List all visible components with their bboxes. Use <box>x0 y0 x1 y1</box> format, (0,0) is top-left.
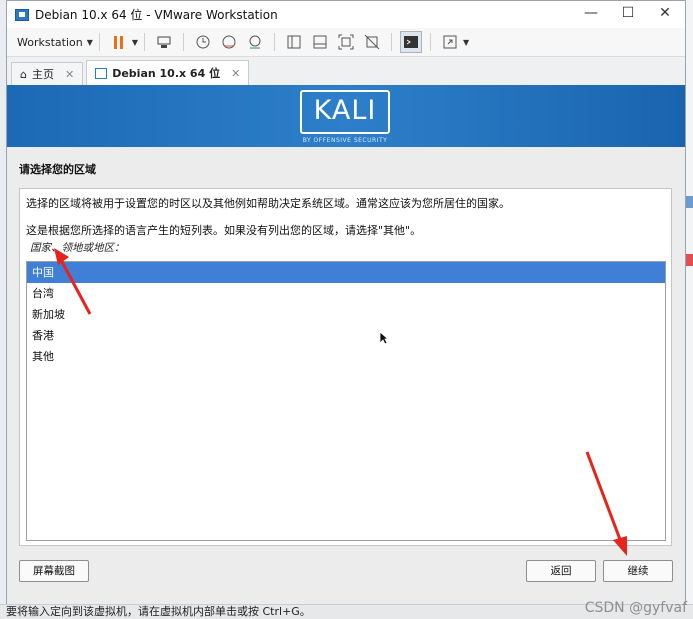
window-title: Debian 10.x 64 位 - VMware Workstation <box>35 8 278 22</box>
minimize-button[interactable]: — <box>581 5 601 21</box>
vm-icon <box>95 67 108 79</box>
fullscreen-icon <box>443 35 457 49</box>
kali-banner: KALI BY OFFENSIVE SECURITY <box>7 85 685 147</box>
kali-logo-text: KALI <box>313 95 377 126</box>
toolbar-divider <box>274 33 276 51</box>
console-view-button[interactable] <box>400 31 423 53</box>
step-title: 请选择您的区域 <box>19 163 96 176</box>
close-button[interactable]: ✕ <box>655 5 675 21</box>
library-button[interactable] <box>283 31 305 53</box>
toolbar-divider <box>144 33 146 51</box>
list-label: 国家、领地或地区： <box>30 242 125 254</box>
console-icon <box>404 36 419 48</box>
snapshot-button[interactable] <box>192 31 214 53</box>
continue-button[interactable]: 继续 <box>603 560 673 582</box>
unity-button[interactable] <box>361 31 383 53</box>
watermark: CSDN @gyfvaf <box>584 600 687 616</box>
workstation-menu-label: Workstation <box>17 35 83 49</box>
fit-guest-button[interactable] <box>335 31 357 53</box>
content-panel: 选择的区域将被用于设置您的时区以及其他例如帮助决定系统区域。通常这应该为您所居住… <box>19 188 672 546</box>
status-bar: 要将输入定向到该虚拟机，请在虚拟机内部单击或按 Ctrl+G。 CSDN @gy… <box>0 600 693 619</box>
toolbar-divider <box>391 33 393 51</box>
status-text: 要将输入定向到该虚拟机，请在虚拟机内部单击或按 Ctrl+G。 <box>6 605 311 618</box>
close-icon[interactable]: ✕ <box>231 67 240 80</box>
list-item[interactable]: 新加坡 <box>27 304 665 325</box>
toolbar-divider <box>183 33 185 51</box>
close-icon[interactable]: ✕ <box>65 68 74 81</box>
maximize-button[interactable]: ☐ <box>618 5 638 21</box>
title-bar: Debian 10.x 64 位 - VMware Workstation — … <box>7 1 685 28</box>
snapshot-manager-button[interactable] <box>244 31 266 53</box>
thumbnail-icon <box>313 35 327 49</box>
list-item[interactable]: 其他 <box>27 346 665 367</box>
tab-debian-vm[interactable]: Debian 10.x 64 位 ✕ <box>86 60 250 85</box>
region-list[interactable]: 中国 台湾 新加坡 香港 其他 <box>26 261 666 541</box>
vm-console[interactable]: KALI BY OFFENSIVE SECURITY 请选择您的区域 选择的区域… <box>7 85 685 605</box>
toolbar-divider <box>430 33 432 51</box>
revert-snapshot-button[interactable] <box>218 31 240 53</box>
toolbar-divider <box>98 33 100 51</box>
send-keys-button[interactable] <box>153 31 175 53</box>
chevron-down-icon[interactable]: ▼ <box>463 38 469 47</box>
tab-label: 主页 <box>31 68 54 81</box>
unity-icon <box>364 34 380 50</box>
chevron-down-icon: ▼ <box>86 37 93 47</box>
home-icon: ⌂ <box>20 67 27 81</box>
workstation-menu[interactable]: Workstation ▼ <box>17 36 93 49</box>
fullscreen-button[interactable] <box>439 31 461 53</box>
tab-bar: ⌂ 主页 ✕ Debian 10.x 64 位 ✕ <box>7 57 685 86</box>
tab-home[interactable]: ⌂ 主页 ✕ <box>11 62 84 85</box>
send-keys-icon <box>157 36 171 48</box>
kali-logo-subtitle: BY OFFENSIVE SECURITY <box>302 137 388 144</box>
vmware-window: Debian 10.x 64 位 - VMware Workstation — … <box>6 0 686 606</box>
snapshot-manager-icon <box>249 35 261 49</box>
snapshot-icon <box>196 35 210 49</box>
list-item[interactable]: 香港 <box>27 325 665 346</box>
revert-snapshot-icon <box>222 35 236 49</box>
kali-logo: KALI <box>300 90 390 134</box>
list-item[interactable]: 中国 <box>27 262 665 283</box>
library-icon <box>287 35 301 49</box>
chevron-down-icon[interactable]: ▼ <box>132 38 138 47</box>
fit-guest-icon <box>338 34 354 50</box>
tab-label: Debian 10.x 64 位 <box>112 67 221 80</box>
back-button[interactable]: 返回 <box>526 560 596 582</box>
list-item[interactable]: 台湾 <box>27 283 665 304</box>
mouse-cursor-icon <box>379 331 389 345</box>
screenshot-button[interactable]: 屏幕截图 <box>19 560 89 582</box>
toolbar: Workstation ▼ ▼ ▼ <box>7 28 685 57</box>
vmware-app-icon <box>15 8 29 21</box>
pause-button[interactable] <box>108 31 130 53</box>
thumbnail-button[interactable] <box>309 31 331 53</box>
description-text: 这是根据您所选择的语言产生的短列表。如果没有列出您的区域，请选择"其他"。 <box>26 224 422 237</box>
pause-icon <box>114 35 124 49</box>
description-text: 选择的区域将被用于设置您的时区以及其他例如帮助决定系统区域。通常这应该为您所居住… <box>26 197 510 210</box>
